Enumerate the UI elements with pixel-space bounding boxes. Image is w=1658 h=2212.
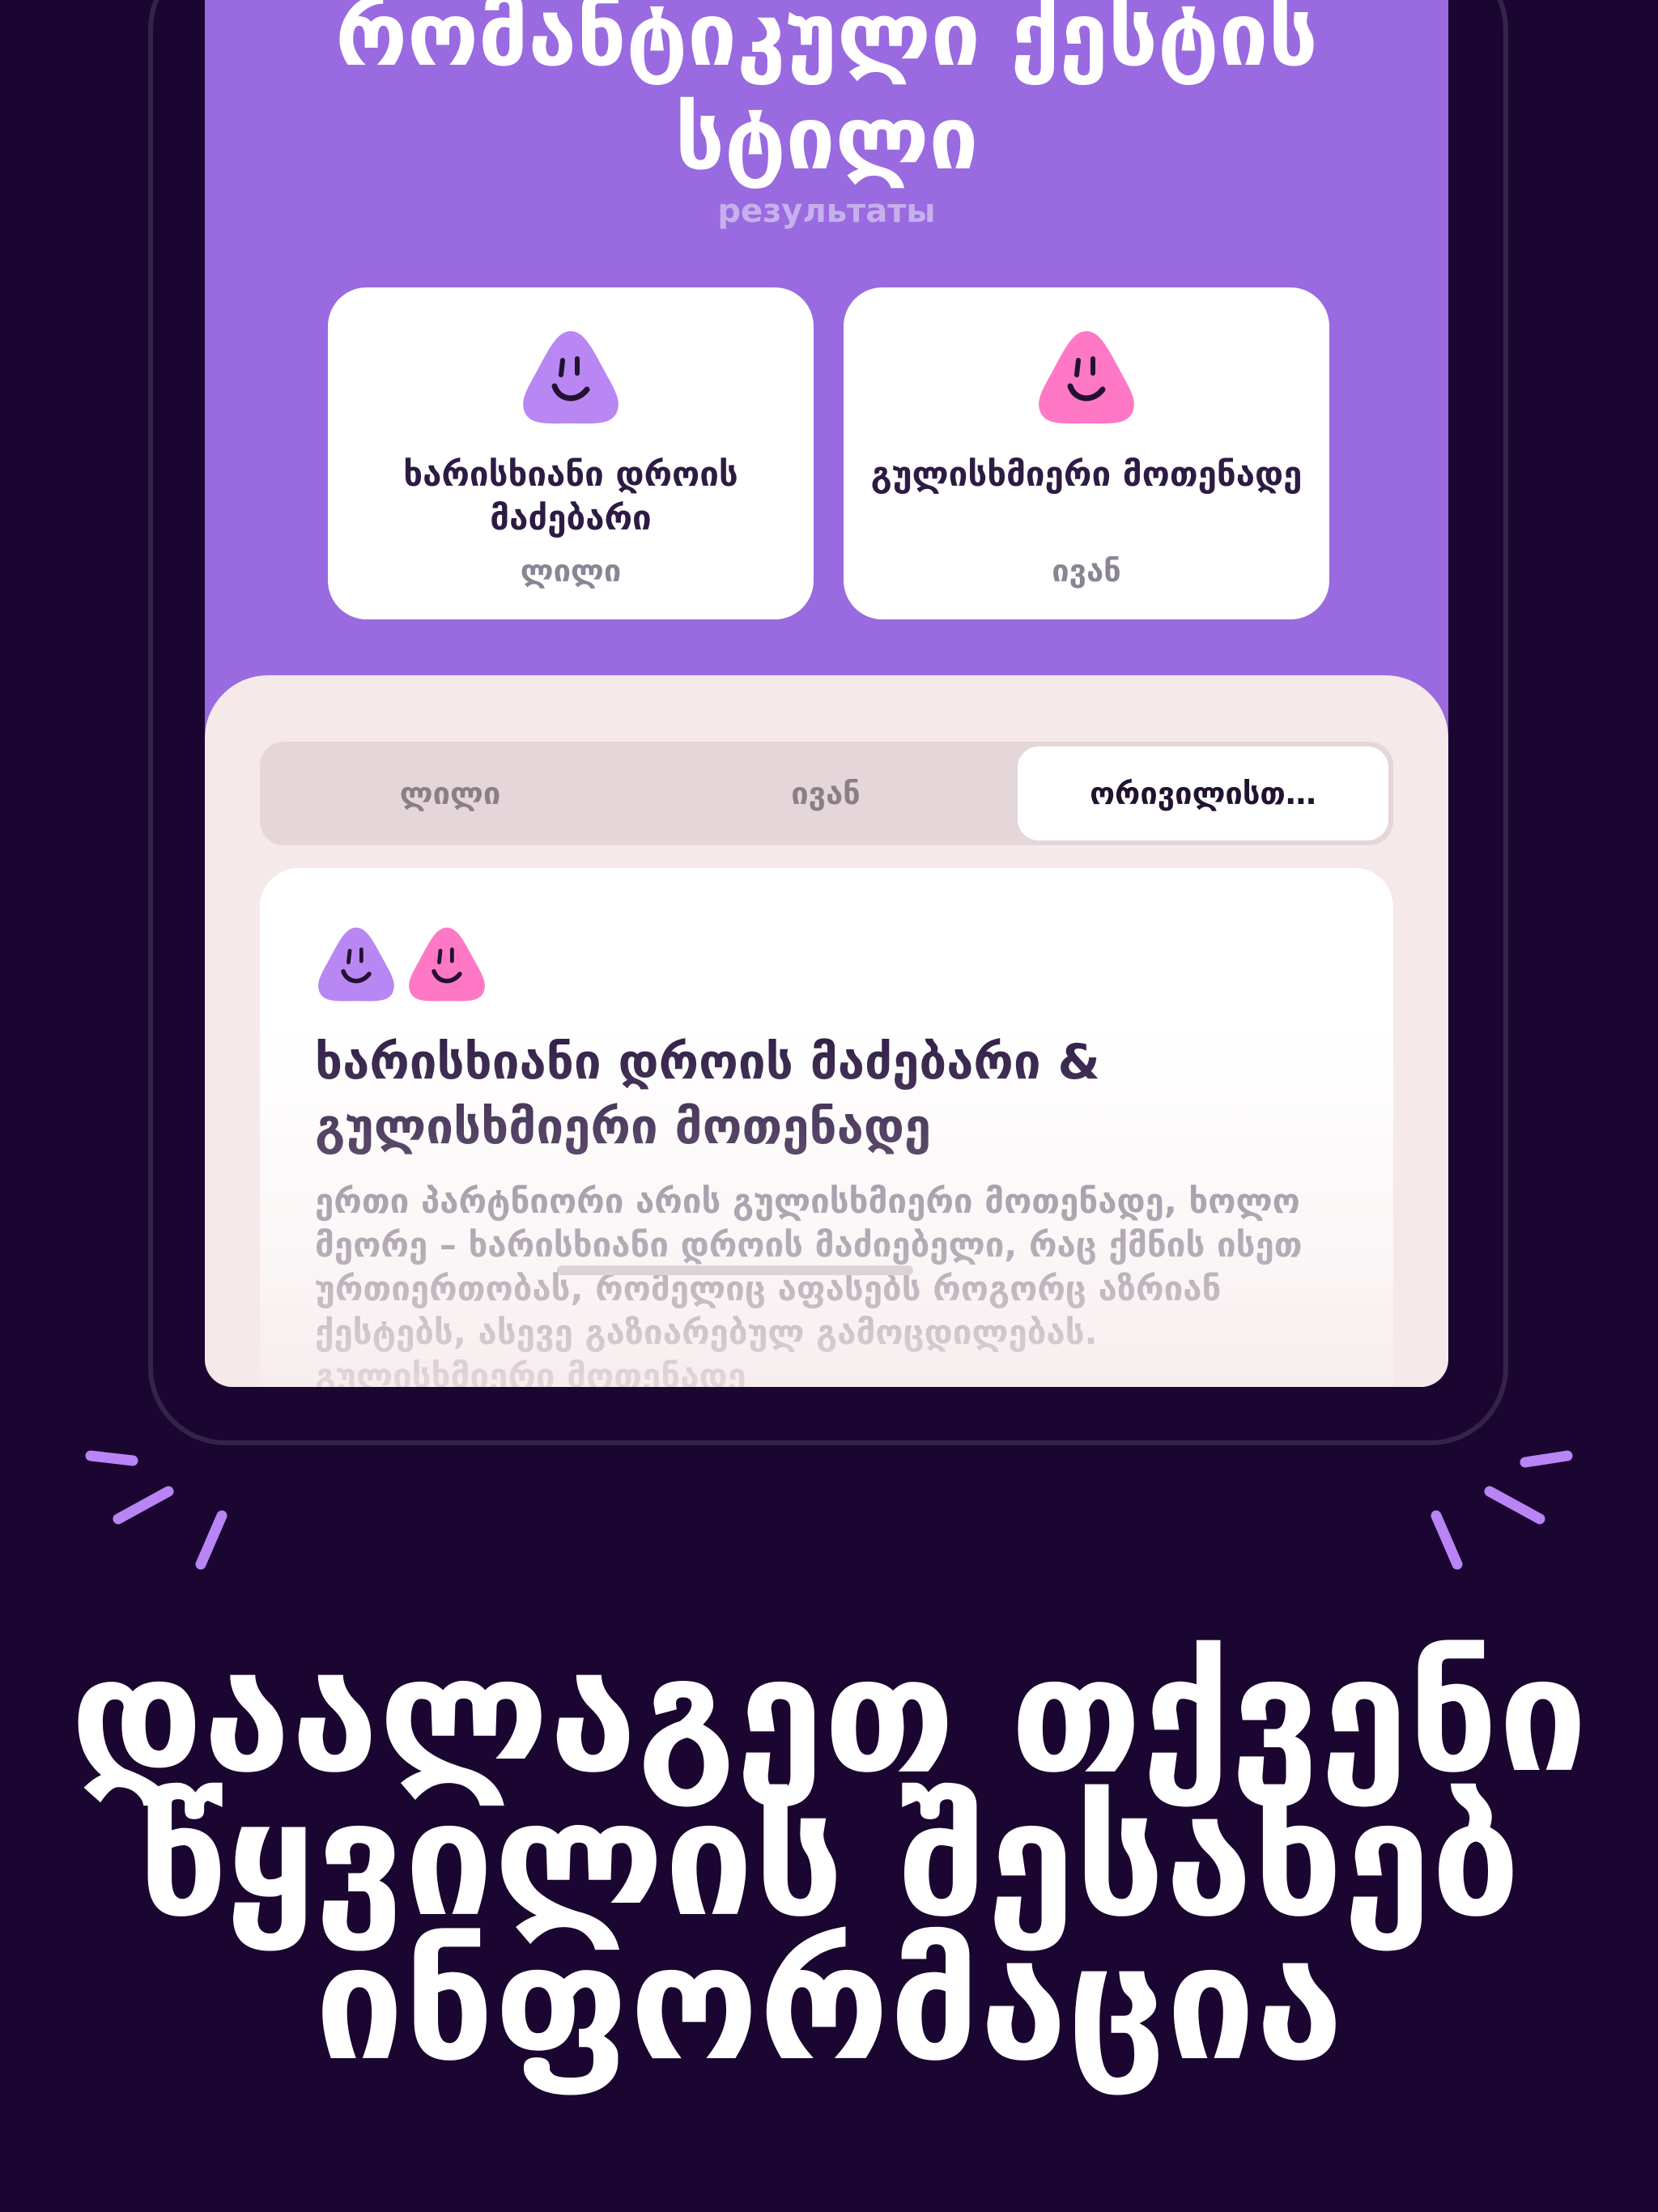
purple-blob-face-icon [523,331,619,424]
tab-lili[interactable]: ლილი [265,747,636,840]
result-card-name: ლილი [520,553,622,589]
pink-blob-face-icon [1039,331,1134,424]
result-card-lili[interactable]: ხარისხიანი დროის მაძებარი ლილი [328,287,814,619]
scroll-indicator[interactable] [557,1266,913,1275]
spark-line-icon [1520,1450,1573,1468]
spark-line-icon [85,1450,138,1466]
app-screen: რომანტიკული ქესტის სტილი результаты ხარი… [205,0,1448,1387]
promo-headline: დაალაგეთ თქვენი წყვილის შესახებ ინფორმაც… [70,1623,1588,2096]
result-card-name: ივან [1052,553,1121,589]
tab-ivan[interactable]: ივან [640,747,1011,840]
results-label: результаты [717,193,936,230]
result-card-title: ხარისხიანი დროის მაძებარი [403,454,738,538]
details-panel: ლილი ივან ორივილისთ… ხარისხიანი დროის მა… [205,675,1448,1387]
spark-line-icon [113,1486,174,1525]
quiz-title: რომანტიკული ქესტის სტილი [335,0,1318,189]
spark-line-icon [195,1510,227,1570]
combined-result-title: ხარისხიანი დროის მაძებარი & გულისხმიერი … [315,1034,1100,1155]
spark-line-icon [1431,1510,1463,1570]
segmented-tabs: ლილი ივან ორივილისთ… [260,742,1393,845]
purple-blob-face-icon [318,927,394,1002]
result-card-ivan[interactable]: გულისხმიერი მოთენადე ივან [844,287,1329,619]
tab-both[interactable]: ორივილისთ… [1018,747,1388,840]
spark-line-icon [1484,1486,1545,1525]
combined-result-card: ხარისხიანი დროის მაძებარი & გულისხმიერი … [260,868,1393,1387]
pink-blob-face-icon [409,927,485,1002]
combined-result-description: ერთი პარტნიორი არის გულისხმიერი მოთენადე… [315,1181,1303,1387]
result-card-title: გულისხმიერი მოთენადე [870,454,1303,494]
